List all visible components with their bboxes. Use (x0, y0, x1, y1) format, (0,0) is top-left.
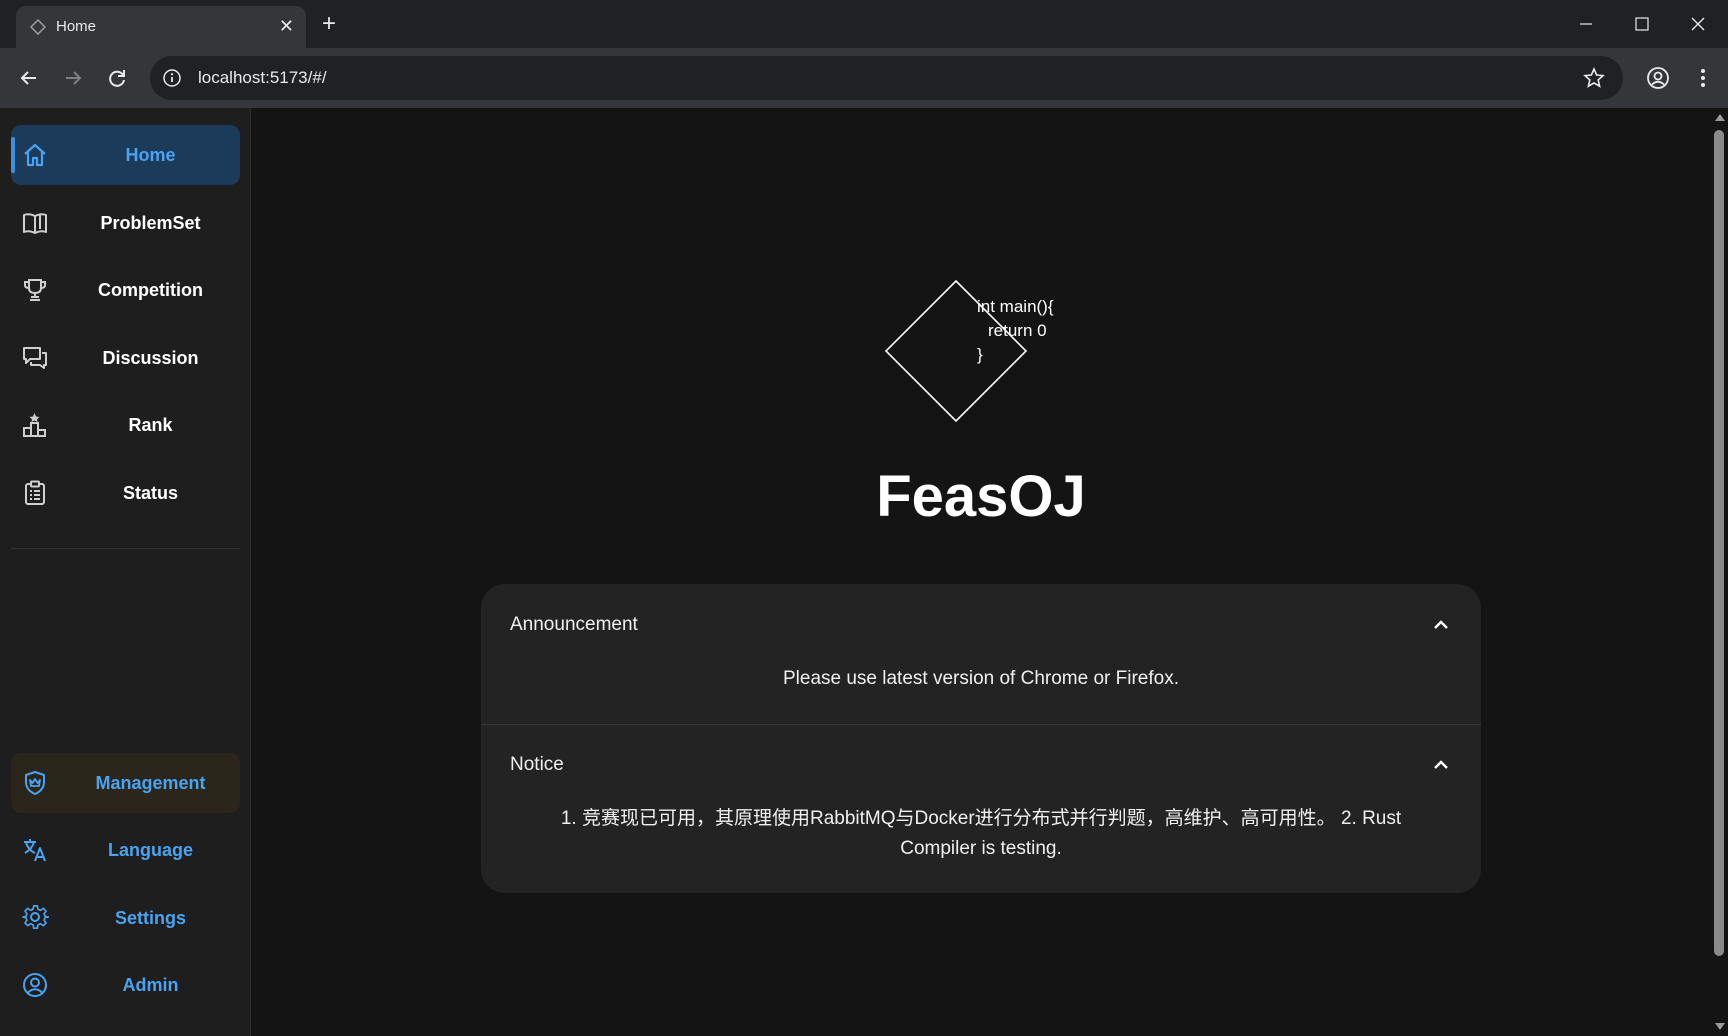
sidebar-item-admin[interactable]: Admin (11, 955, 240, 1015)
chat-icon (23, 347, 47, 369)
browser-tab[interactable]: Home ✕ (16, 6, 306, 48)
logo-code-line-3: } (977, 345, 983, 364)
translate-icon (24, 839, 46, 862)
sidebar-label-home: Home (125, 145, 176, 165)
page-scrollbar[interactable] (1711, 108, 1728, 1036)
tab-close-icon[interactable]: ✕ (279, 15, 294, 37)
close-window-icon[interactable] (1678, 10, 1718, 38)
browser-menu-icon[interactable] (1690, 65, 1716, 91)
sidebar-divider (11, 548, 240, 549)
sidebar-item-status[interactable]: Status (11, 463, 240, 523)
maximize-icon[interactable] (1622, 10, 1662, 38)
announcement-title[interactable]: Announcement (510, 614, 638, 636)
minimize-icon[interactable] (1566, 10, 1606, 38)
sidebar-item-settings[interactable]: Settings (11, 888, 240, 948)
main-content: int main(){ return 0 } FeasOJ Announceme… (251, 108, 1711, 1036)
sidebar-label-discussion: Discussion (102, 348, 199, 368)
chevron-up-icon[interactable] (1431, 615, 1451, 635)
browser-toolbar: localhost:5173/#/ (0, 48, 1728, 108)
new-tab-button[interactable]: + (322, 10, 336, 38)
shield-icon (25, 771, 45, 795)
sidebar: Home ProblemSet Competition Discussion R… (0, 108, 251, 1036)
back-icon[interactable] (16, 65, 42, 91)
logo-code-line-2: return 0 (988, 321, 1047, 340)
info-panels: Announcement Please use latest version o… (481, 584, 1481, 893)
scroll-up-arrow-icon[interactable] (1715, 114, 1725, 121)
sidebar-item-discussion[interactable]: Discussion (11, 328, 240, 388)
notice-body: 1. 竞赛现已可用，其原理使用RabbitMQ与Docker进行分布式并行判题，… (560, 808, 1402, 859)
address-bar[interactable]: localhost:5173/#/ (150, 56, 1623, 100)
forward-icon[interactable] (60, 65, 86, 91)
sidebar-item-competition[interactable]: Competition (11, 260, 240, 320)
clipboard-icon (25, 480, 45, 505)
home-icon (24, 143, 46, 167)
scroll-down-arrow-icon[interactable] (1715, 1023, 1725, 1030)
user-circle-icon (23, 973, 47, 997)
scrollbar-thumb[interactable] (1714, 130, 1724, 956)
sidebar-label-language: Language (107, 840, 193, 860)
sidebar-label-settings: Settings (114, 908, 186, 928)
sidebar-item-home[interactable]: Home (11, 125, 240, 185)
book-icon (23, 213, 47, 234)
app-logo: int main(){ return 0 } (884, 279, 1054, 423)
reload-icon[interactable] (104, 65, 130, 91)
sidebar-label-rank: Rank (128, 415, 173, 435)
sidebar-label-status: Status (122, 483, 178, 503)
site-info-icon[interactable] (162, 68, 182, 88)
sidebar-label-competition: Competition (98, 280, 203, 300)
sidebar-item-management[interactable]: Management (11, 753, 240, 813)
bookmark-star-icon[interactable] (1583, 67, 1605, 89)
sidebar-item-problemset[interactable]: ProblemSet (11, 193, 240, 253)
logo-code-line-1: int main(){ (977, 297, 1054, 316)
sidebar-item-language[interactable]: Language (11, 820, 240, 880)
sidebar-label-admin: Admin (122, 975, 179, 995)
podium-icon (23, 413, 46, 437)
tab-title: Home (56, 18, 97, 35)
announcement-body: Please use latest version of Chrome or F… (782, 668, 1179, 689)
sidebar-item-rank[interactable]: Rank (11, 395, 240, 455)
notice-title[interactable]: Notice (510, 754, 564, 776)
app-title: FeasOJ (876, 464, 1086, 529)
favicon-icon (30, 19, 46, 35)
browser-tab-bar: Home ✕ + (0, 0, 1728, 48)
gear-icon (22, 905, 49, 930)
chevron-up-icon[interactable] (1431, 755, 1451, 775)
url-text[interactable]: localhost:5173/#/ (198, 68, 327, 88)
sidebar-label-problemset: ProblemSet (100, 213, 201, 233)
announcement-panel: Announcement Please use latest version o… (481, 584, 1481, 724)
sidebar-label-management: Management (95, 773, 206, 793)
profile-icon[interactable] (1645, 65, 1671, 91)
notice-panel: Notice 1. 竞赛现已可用，其原理使用RabbitMQ与Docker进行分… (481, 725, 1481, 893)
trophy-icon (24, 279, 46, 301)
